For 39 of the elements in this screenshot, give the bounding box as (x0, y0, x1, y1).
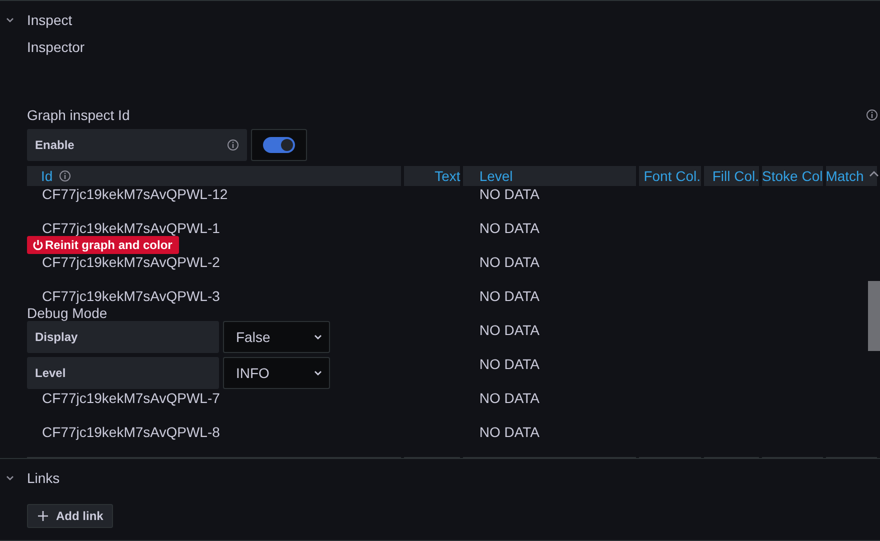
table-cell: NO DATA (479, 424, 540, 440)
subtitle: Inspector (27, 39, 86, 57)
section-subtitle: Debug Mode (27, 305, 108, 321)
reinit-button[interactable]: Reinit graph and color (27, 236, 180, 254)
add-link-button[interactable]: Add link (27, 504, 114, 528)
field-label: Graph inspect Id (27, 107, 130, 123)
table-cell: NO DATA (479, 220, 540, 236)
option-label: Display (27, 321, 219, 353)
column-header[interactable]: Id (41, 168, 53, 184)
option-label: Level (27, 357, 219, 389)
table-cell: NO DATA (479, 356, 540, 372)
select-field[interactable]: False (223, 321, 330, 353)
power-icon (32, 239, 44, 251)
table-cell: CF77jc19kekM7sAvQPWL-1 (42, 220, 220, 236)
toggle-switch[interactable] (251, 129, 307, 161)
scrollbar-thumb[interactable] (868, 281, 880, 351)
plus-icon (38, 511, 48, 521)
section-title[interactable]: Inspect (27, 12, 72, 28)
table-cell: CF77jc19kekM7sAvQPWL-8 (42, 424, 220, 440)
info-icon (58, 170, 71, 182)
section-title[interactable]: Links (27, 470, 60, 486)
column-header[interactable]: Stoke Col (762, 168, 823, 184)
table-cell: CF77jc19kekM7sAvQPWL-3 (42, 288, 220, 304)
table-cell: CF77jc19kekM7sAvQPWL-2 (42, 254, 220, 270)
info-icon (866, 109, 878, 121)
table-cell: NO DATA (479, 186, 540, 202)
scroll-up-icon[interactable] (869, 170, 879, 178)
table-cell: CF77jc19kekM7sAvQPWL-12 (42, 186, 228, 202)
table-cell: CF77jc19kekM7sAvQPWL-7 (42, 390, 220, 406)
table-cell: NO DATA (479, 254, 540, 270)
column-header[interactable]: Level (479, 168, 513, 184)
label-text: Enable (35, 138, 74, 152)
table-cell: NO DATA (479, 288, 540, 304)
table-cell: NO DATA (479, 390, 540, 406)
caret-icon (313, 368, 323, 378)
table-cell: NO DATA (479, 322, 540, 338)
select-field[interactable]: INFO (223, 357, 330, 389)
info-icon (227, 139, 239, 151)
caret-icon (313, 332, 323, 342)
